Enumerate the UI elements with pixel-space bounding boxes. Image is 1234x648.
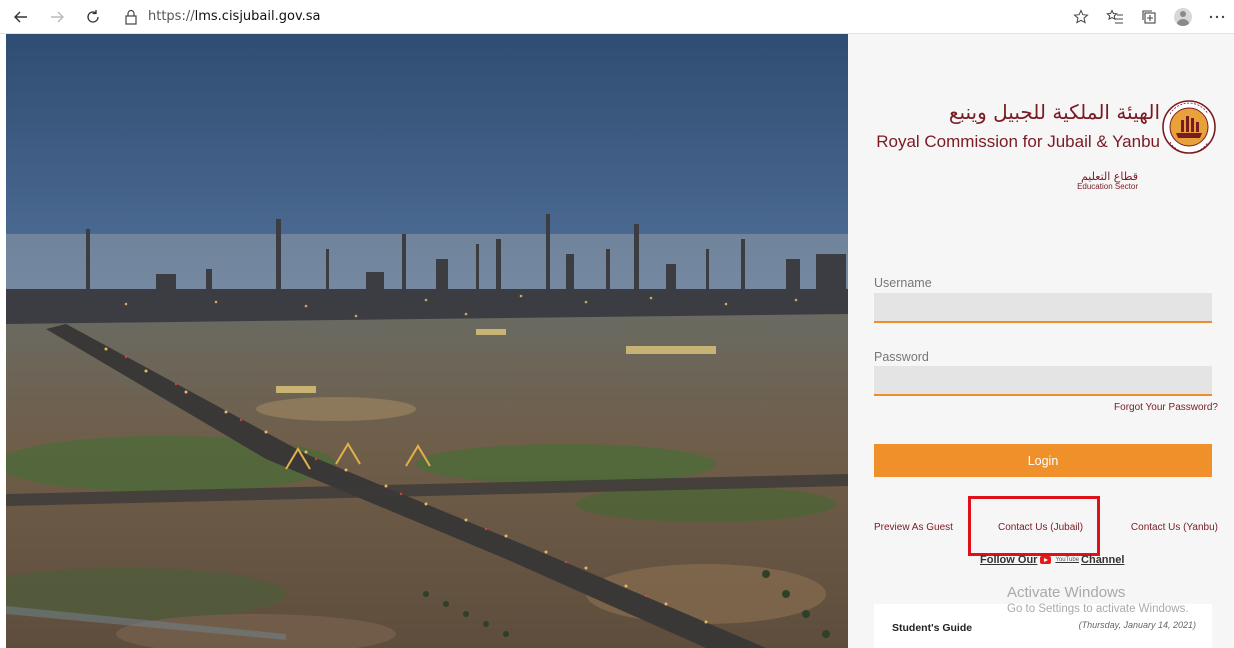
back-icon[interactable] <box>8 4 34 30</box>
logo-english-name: Royal Commission for Jubail & Yanbu <box>876 132 1160 151</box>
username-input[interactable] <box>874 293 1212 323</box>
avatar <box>1174 8 1192 26</box>
browser-right-icons <box>1064 0 1234 34</box>
login-button[interactable]: Login <box>874 444 1212 477</box>
forgot-password-link[interactable]: Forgot Your Password? <box>1114 402 1218 413</box>
username-label: Username <box>874 276 932 290</box>
students-guide-card[interactable]: Student's Guide (Thursday, January 14, 2… <box>874 604 1212 648</box>
youtube-channel-link[interactable]: Follow Our YouTube Channel <box>980 554 1124 566</box>
profile-icon[interactable] <box>1166 0 1200 34</box>
browser-toolbar: https://lms.cisjubail.gov.sa <box>0 0 1234 34</box>
guide-title: Student's Guide <box>892 622 973 634</box>
preview-as-guest-link[interactable]: Preview As Guest <box>874 522 953 533</box>
contact-us-yanbu-link[interactable]: Contact Us (Yanbu) <box>1131 522 1218 533</box>
url-domain: lms.cisjubail.gov.sa <box>194 9 321 24</box>
favorites-list-icon[interactable] <box>1098 0 1132 34</box>
collections-icon[interactable] <box>1132 0 1166 34</box>
kingdom-emblem-icon <box>1162 100 1216 154</box>
url-text: https://lms.cisjubail.gov.sa <box>148 9 321 24</box>
password-label: Password <box>874 350 929 364</box>
youtube-wordmark: YouTube <box>1055 557 1080 563</box>
background-photo <box>6 34 848 648</box>
login-panel: الهيئة الملكية للجبيل وينبع Royal Commis… <box>848 34 1234 648</box>
youtube-icon <box>1040 556 1052 564</box>
login-page: الهيئة الملكية للجبيل وينبع Royal Commis… <box>6 34 1234 648</box>
url-prefix: https:// <box>148 9 195 24</box>
forward-icon[interactable] <box>44 4 70 30</box>
reload-icon[interactable] <box>80 4 106 30</box>
contact-us-jubail-link[interactable]: Contact Us (Jubail) <box>998 522 1083 533</box>
guide-date: (Thursday, January 14, 2021) <box>1078 620 1196 630</box>
follow-suffix: Channel <box>1081 554 1125 566</box>
favorite-star-icon[interactable] <box>1064 0 1098 34</box>
follow-prefix: Follow Our <box>980 554 1038 566</box>
logo-arabic-name: الهيئة الملكية للجبيل وينبع <box>948 100 1160 124</box>
address-bar[interactable]: https://lms.cisjubail.gov.sa <box>122 4 321 30</box>
logo-sector-english: Education Sector <box>1077 182 1138 191</box>
lock-icon[interactable] <box>122 8 140 26</box>
password-input[interactable] <box>874 366 1212 396</box>
organization-logo: الهيئة الملكية للجبيل وينبع Royal Commis… <box>876 96 1216 196</box>
more-icon[interactable] <box>1200 0 1234 34</box>
